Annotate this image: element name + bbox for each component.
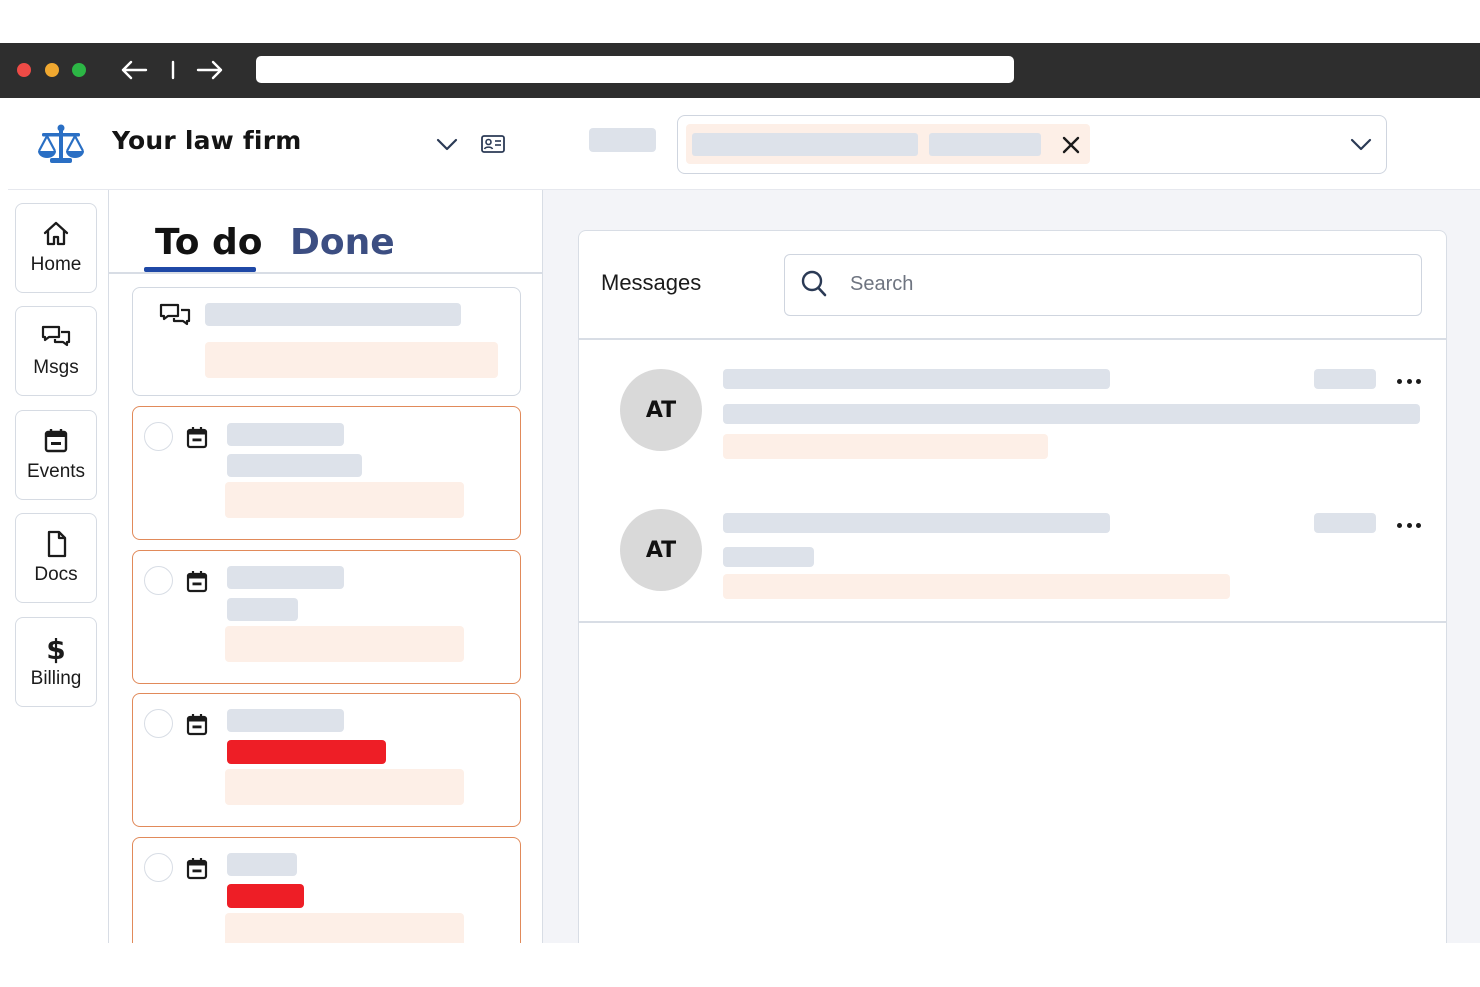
sidebar-item-home[interactable]: Home	[15, 203, 97, 293]
close-icon[interactable]	[1058, 132, 1084, 158]
thread-time-placeholder	[1314, 369, 1376, 389]
task-checkbox[interactable]	[144, 709, 173, 738]
thread-sender-placeholder	[723, 513, 1110, 533]
sidebar-item-msgs[interactable]: Msgs	[15, 306, 97, 396]
sidebar-item-events[interactable]: Events	[15, 410, 97, 500]
address-bar[interactable]	[256, 56, 1014, 83]
task-preview-placeholder	[225, 482, 464, 518]
task-title-placeholder	[227, 709, 344, 732]
chip-text-placeholder	[929, 133, 1041, 156]
window-maximize-button[interactable]	[72, 63, 86, 77]
back-button[interactable]	[120, 56, 150, 84]
avatar[interactable]: AT	[620, 509, 702, 591]
messages-header-divider	[579, 338, 1446, 340]
firm-name: Your law firm	[112, 126, 302, 155]
calendar-icon	[186, 714, 208, 736]
task-checkbox[interactable]	[144, 566, 173, 595]
overdue-date-badge	[227, 740, 386, 764]
house-icon	[43, 221, 69, 246]
threads-divider	[579, 621, 1446, 623]
firm-switcher-chevron-down-icon[interactable]	[434, 134, 460, 154]
chat-bubbles-icon	[41, 325, 71, 347]
thread-preview-placeholder	[723, 434, 1048, 459]
thread-subject-placeholder	[723, 404, 1420, 424]
window-close-button[interactable]	[17, 63, 31, 77]
sidebar-item-label: Billing	[30, 668, 82, 689]
thread-preview-placeholder	[723, 574, 1230, 599]
dollar-icon: $	[46, 633, 65, 664]
tab-todo[interactable]: To do	[155, 222, 263, 263]
tabs-divider	[109, 272, 542, 274]
calendar-icon	[186, 858, 208, 880]
document-icon	[47, 530, 67, 558]
task-card-event[interactable]	[132, 837, 521, 957]
task-date-placeholder	[227, 598, 298, 621]
more-options-icon[interactable]	[1397, 521, 1421, 529]
task-title-placeholder	[227, 853, 297, 876]
task-card-event[interactable]	[132, 406, 521, 540]
task-date-placeholder	[227, 454, 362, 477]
search-icon	[800, 269, 828, 299]
sidebar-item-label: Docs	[34, 564, 78, 585]
svg-text:$: $	[46, 633, 65, 664]
arrow-right-icon	[196, 60, 223, 80]
forward-button[interactable]	[196, 56, 226, 84]
task-preview-placeholder	[225, 626, 464, 662]
sidebar-item-label: Events	[26, 461, 86, 482]
chevron-down-icon[interactable]	[1348, 134, 1374, 154]
task-title-placeholder	[227, 423, 344, 446]
search-input[interactable]	[850, 268, 1390, 300]
arrow-left-icon	[121, 60, 148, 80]
task-title-placeholder	[205, 303, 461, 326]
sidebar-item-label: Home	[30, 254, 82, 275]
thread-subject-placeholder	[723, 547, 814, 567]
chat-bubbles-icon	[159, 303, 191, 326]
task-title-placeholder	[227, 566, 344, 589]
chip-text-placeholder	[692, 133, 918, 156]
header-placeholder-label	[589, 128, 656, 152]
calendar-icon	[186, 427, 208, 449]
task-preview-placeholder	[205, 342, 498, 378]
thread-sender-placeholder	[723, 369, 1110, 389]
window-minimize-button[interactable]	[45, 63, 59, 77]
task-card-event[interactable]	[132, 550, 521, 684]
avatar[interactable]: AT	[620, 369, 702, 451]
overdue-date-badge	[227, 884, 304, 908]
messages-title: Messages	[601, 270, 702, 295]
task-preview-placeholder	[225, 769, 464, 805]
task-card-event[interactable]	[132, 693, 521, 827]
task-checkbox[interactable]	[144, 853, 173, 882]
more-options-icon[interactable]	[1397, 377, 1421, 385]
sidebar-item-billing[interactable]: $ Billing	[15, 617, 97, 707]
task-card-message[interactable]	[132, 287, 521, 396]
page-bottom-margin	[0, 943, 1480, 987]
scales-of-justice-icon	[36, 122, 86, 166]
contact-card-icon[interactable]	[480, 133, 506, 155]
sidebar-item-label: Msgs	[33, 357, 79, 378]
thread-time-placeholder	[1314, 513, 1376, 533]
calendar-icon	[44, 429, 68, 453]
calendar-icon	[186, 571, 208, 593]
toolbar-separator	[170, 56, 178, 84]
sidebar-item-docs[interactable]: Docs	[15, 513, 97, 603]
task-checkbox[interactable]	[144, 422, 173, 451]
tab-done[interactable]: Done	[290, 222, 395, 263]
